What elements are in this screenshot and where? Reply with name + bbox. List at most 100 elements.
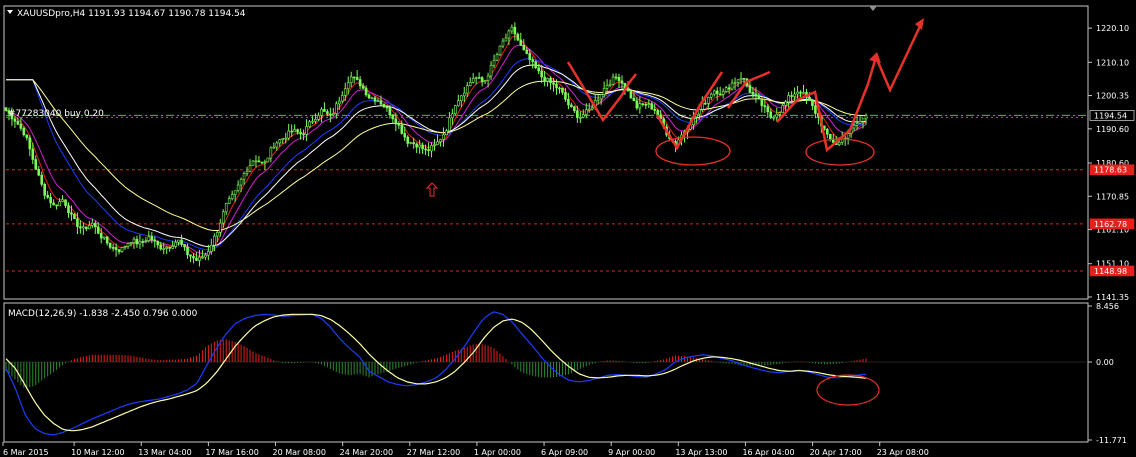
candle-body [584,109,588,115]
candle-body [85,226,88,230]
candle-body [153,239,157,242]
candle-body [70,212,73,215]
candle-body [25,134,29,139]
candle-body [99,232,103,239]
candle-body [409,142,413,144]
candle-body [168,246,171,249]
candle-body [28,137,32,150]
candle-body [451,113,454,119]
candle-body [111,247,115,249]
time-tick-label: 24 Mar 20:00 [340,448,393,457]
candle-body [4,107,8,111]
candle-body [138,241,142,245]
candle-body [257,160,261,163]
candle-body [596,98,600,101]
candle-body [721,91,725,95]
candle-body [144,240,148,242]
candle-body [221,211,225,224]
candle-body [281,138,285,140]
candle-body [73,213,76,220]
candle-body [213,235,216,246]
candle-body [210,244,213,252]
candle-body [474,77,478,79]
candle-body [266,157,270,163]
candle-body [573,106,576,112]
time-tick-label: 13 Mar 04:00 [138,448,191,457]
candle-body [376,100,380,103]
candle-body [418,144,421,148]
candle-body [204,254,207,258]
candle-body [507,30,511,39]
candle-body [254,160,258,163]
candle-body [537,67,540,72]
candle-body [329,113,332,116]
candle-body [120,247,124,253]
candle-body [424,148,427,151]
candle-body [90,222,94,226]
candle-body [715,90,719,95]
candle-body [769,111,773,118]
time-tick-label: 20 Mar 08:00 [273,448,326,457]
chart-window[interactable]: 1220.101210.101200.351190.601180.601170.… [0,0,1136,457]
candle-body [129,242,133,245]
candle-body [501,40,505,47]
candle-body [439,139,442,142]
candle-body [296,129,299,133]
candle-body [305,126,308,135]
candle-body [513,26,517,35]
candle-body [653,108,657,111]
candle-body [611,76,615,85]
candle-body [76,218,79,227]
candle-body [430,145,433,152]
candle-body [174,242,177,247]
candle-body [828,133,832,140]
candle-body [290,130,293,133]
candle-body [754,94,758,97]
candle-body [641,103,645,105]
candle-body [218,222,222,233]
candle-body [567,98,570,106]
price-pane[interactable] [3,5,1089,300]
candle-body [332,113,335,116]
candle-body [284,137,288,140]
price-axis: 1220.101210.101200.351190.601180.601170.… [1088,24,1129,302]
candle-body [808,96,811,101]
candle-body [724,87,728,92]
candle-body [650,103,654,110]
candle-body [263,161,267,164]
candle-body [793,93,796,97]
candle-body [156,240,160,246]
candle-body [519,39,523,46]
candle-body [224,203,228,213]
candle-body [656,110,659,116]
time-tick-label: 16 Apr 04:00 [742,448,794,457]
candle-body [644,103,648,106]
candle-body [183,244,186,248]
candle-body [337,100,341,105]
candle-body [599,94,603,100]
candle-body [718,93,722,96]
macd-pane[interactable] [3,302,1089,443]
candle-body [367,94,371,99]
candle-body [799,91,802,94]
time-tick-label: 1 Apr 00:00 [474,448,521,457]
candle-body [709,93,713,98]
candle-body [278,139,282,144]
candle-body [308,121,311,127]
candle-body [88,225,91,230]
candle-body [751,92,755,95]
candle-body [579,116,582,119]
candle-body [784,101,787,106]
candle-body [522,45,526,51]
candle-body [602,88,606,95]
candle-body [543,76,546,82]
candle-body [37,169,41,176]
candle-body [239,178,243,186]
candle-body [40,174,44,185]
candle-body [525,49,529,54]
candle-body [492,59,496,66]
price-tag-label: 1148.98 [1094,267,1127,276]
candle-body [13,118,17,122]
candle-body [468,82,472,87]
candle-body [177,239,180,243]
